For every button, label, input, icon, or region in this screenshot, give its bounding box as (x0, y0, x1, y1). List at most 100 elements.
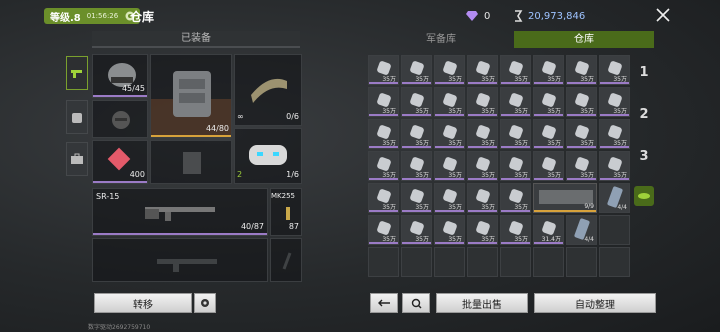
close-icon[interactable] (656, 8, 670, 22)
item-cell[interactable]: 35万 (533, 87, 564, 117)
item-cell[interactable]: 35万 (500, 119, 531, 149)
item-cell[interactable]: 35万 (533, 55, 564, 85)
page-3-button[interactable]: 3 (634, 136, 654, 176)
belt-slot[interactable]: ∞ 0/6 (234, 54, 302, 126)
tab-weapons[interactable] (66, 56, 88, 90)
item-cell[interactable]: 35万 (599, 55, 630, 85)
timer-label: 01:56:26 (86, 12, 119, 20)
equipped-header: 已装备 (92, 31, 300, 48)
item-cell[interactable]: 31.4万 (533, 215, 564, 245)
ammo-slot[interactable]: MK255 87 (270, 188, 302, 236)
item-cell[interactable]: 35万 (599, 87, 630, 117)
tab-armory[interactable]: 军备库 (368, 31, 514, 48)
rarity-bar (567, 114, 596, 116)
vest-durability: 44/80 (205, 124, 229, 133)
item-cell[interactable]: 35万 (500, 151, 531, 181)
item-cell[interactable]: 35万 (434, 183, 465, 213)
item-cell[interactable]: 35万 (467, 119, 498, 149)
item-cell[interactable]: 35万 (434, 87, 465, 117)
auto-sort-button[interactable]: 自动整理 (534, 293, 656, 313)
item-cell[interactable]: 35万 (401, 151, 432, 181)
tab-backpack[interactable] (66, 100, 88, 134)
tab-warehouse[interactable]: 仓库 (514, 31, 654, 48)
item-cell[interactable]: 35万 (467, 87, 498, 117)
back-button[interactable] (370, 293, 398, 313)
item-cell[interactable]: 35万 (368, 215, 399, 245)
item-cell[interactable]: 35万 (434, 55, 465, 85)
empty-cell[interactable] (566, 247, 597, 277)
page-2-button[interactable]: 2 (634, 94, 654, 134)
empty-cell[interactable] (500, 247, 531, 277)
rarity-bar (402, 210, 431, 212)
page-title: 仓库 (130, 10, 155, 24)
item-cell[interactable]: 35万 (368, 119, 399, 149)
item-cell[interactable]: 35万 (566, 119, 597, 149)
rarity-bar (468, 242, 497, 244)
plate-slot[interactable] (150, 140, 232, 184)
item-cell[interactable]: 35万 (500, 183, 531, 213)
empty-cell[interactable] (599, 247, 630, 277)
item-cell[interactable]: 4/4 (599, 183, 630, 213)
helmet-slot[interactable]: 45/45 (92, 54, 148, 98)
item-cell[interactable]: 35万 (368, 55, 399, 85)
item-cell[interactable]: 35万 (401, 119, 432, 149)
rarity-bar (468, 178, 497, 180)
search-button[interactable] (402, 293, 430, 313)
item-cell[interactable]: 35万 (368, 87, 399, 117)
vest-icon (173, 71, 211, 117)
item-cell[interactable]: 35万 (401, 87, 432, 117)
rifle-slot[interactable]: SR-15 40/87 (92, 188, 268, 236)
rarity-bar (468, 210, 497, 212)
item-cell[interactable]: 35万 (467, 215, 498, 245)
empty-cell[interactable] (533, 247, 564, 277)
bullet-icon (286, 207, 290, 220)
item-cell[interactable]: 35万 (599, 151, 630, 181)
search-icon (411, 298, 421, 308)
empty-cell[interactable] (599, 215, 630, 245)
large-item-cell[interactable]: 9/9 (533, 183, 597, 213)
item-cell[interactable]: 35万 (566, 87, 597, 117)
empty-cell[interactable] (368, 247, 399, 277)
belt-count: 0/6 (286, 112, 299, 121)
mask-slot[interactable] (92, 100, 148, 138)
item-cell[interactable]: 35万 (566, 151, 597, 181)
item-cell[interactable]: 35万 (467, 55, 498, 85)
secondary-ammo-slot[interactable] (270, 238, 302, 282)
tab-case[interactable] (66, 142, 88, 176)
item-cell[interactable]: 35万 (566, 55, 597, 85)
page-add-button[interactable] (634, 186, 654, 206)
item-cell[interactable]: 35万 (401, 183, 432, 213)
item-cell[interactable]: 35万 (434, 119, 465, 149)
item-cell[interactable]: 35万 (434, 151, 465, 181)
item-cell[interactable]: 35万 (599, 119, 630, 149)
case-icon (71, 153, 83, 164)
item-cell[interactable]: 35万 (434, 215, 465, 245)
secondary-weapon-slot[interactable] (92, 238, 268, 282)
item-cell[interactable]: 35万 (500, 55, 531, 85)
vest-slot[interactable]: 44/80 (150, 54, 232, 138)
item-cell[interactable]: 35万 (533, 119, 564, 149)
drone-slot[interactable]: 2 1/6 (234, 128, 302, 184)
bulk-sell-button[interactable]: 批量出售 (436, 293, 528, 313)
empty-cell[interactable] (434, 247, 465, 277)
medkit-slot[interactable]: 400 (92, 140, 148, 184)
item-cell[interactable]: 35万 (368, 151, 399, 181)
gear-icon (201, 299, 209, 307)
item-cell[interactable]: 4/4 (566, 215, 597, 245)
item-cell[interactable]: 35万 (500, 215, 531, 245)
rarity-bar (402, 242, 431, 244)
item-cell[interactable]: 35万 (500, 87, 531, 117)
item-cell[interactable]: 35万 (401, 215, 432, 245)
empty-cell[interactable] (467, 247, 498, 277)
transfer-button[interactable]: 转移 (94, 293, 192, 313)
item-cell[interactable]: 35万 (368, 183, 399, 213)
transfer-settings-button[interactable] (194, 293, 216, 313)
item-cell[interactable]: 35万 (467, 183, 498, 213)
ammo-name: MK255 (271, 192, 295, 200)
item-cell[interactable]: 35万 (533, 151, 564, 181)
empty-cell[interactable] (401, 247, 432, 277)
page-1-button[interactable]: 1 (634, 52, 654, 92)
medkit-count: 400 (129, 170, 145, 179)
item-cell[interactable]: 35万 (467, 151, 498, 181)
item-cell[interactable]: 35万 (401, 55, 432, 85)
